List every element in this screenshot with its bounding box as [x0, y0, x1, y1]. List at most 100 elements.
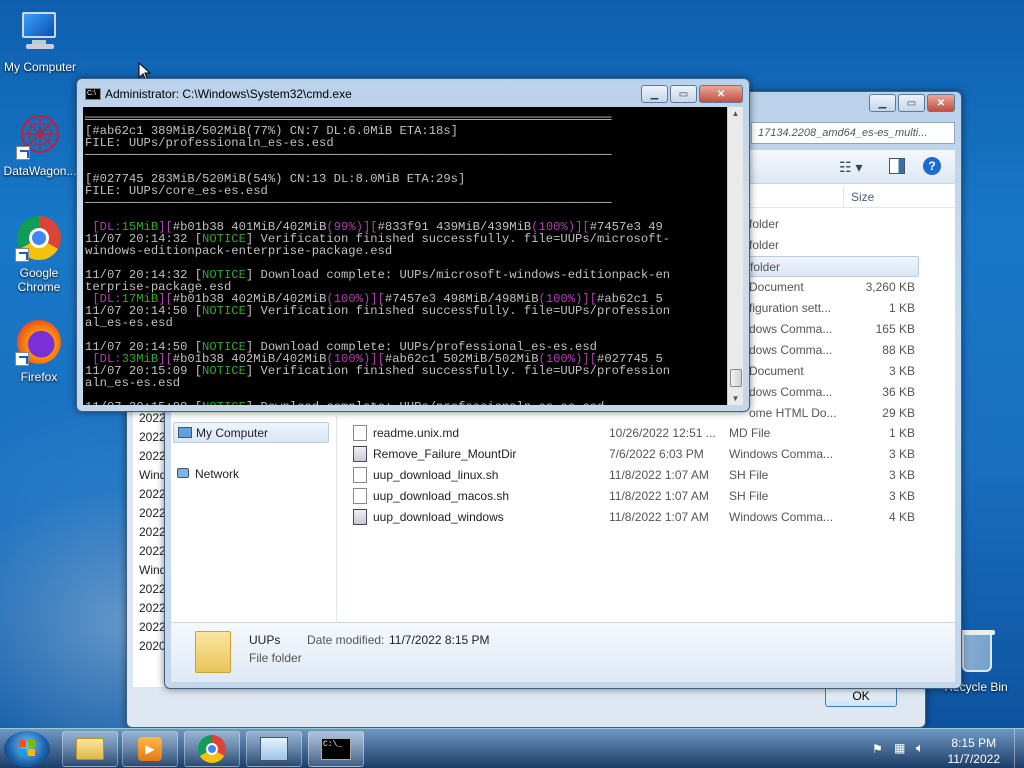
taskbar-explorer-button[interactable] [62, 731, 118, 767]
file-row[interactable]: folder [739, 256, 919, 277]
taskbar-media-player-button[interactable]: ▶ [122, 731, 178, 767]
file-type: folder [749, 238, 780, 252]
network-tray-icon[interactable]: ▦ [894, 741, 905, 755]
file-name: uup_download_windows [373, 510, 504, 524]
desktop-icon-chrome[interactable]: Google Chrome [0, 214, 78, 294]
file-date: 7/6/2022 6:03 PM [609, 447, 704, 461]
file-date: 11/8/2022 1:07 AM [609, 468, 709, 482]
maximize-button[interactable]: ▭ [898, 94, 925, 112]
file-type: Document [749, 364, 804, 378]
console-output[interactable]: ════════════════════════════════════════… [83, 107, 727, 405]
taskbar: ▶ C:\_ ⚑ ▦ 🔈︎ 8:15 PM 11/7/2022 [0, 728, 1024, 768]
action-center-flag-icon[interactable]: ⚑ [872, 742, 883, 756]
desktop-icon-label: Google Chrome [17, 266, 61, 294]
chrome-icon [15, 214, 63, 262]
console-text: ] Verification finished successfully. fi… [245, 364, 671, 378]
search-box[interactable]: 17134.2208_amd64_es-es_multi... [751, 122, 955, 144]
clock[interactable]: 8:15 PM 11/7/2022 [948, 735, 1001, 767]
file-row[interactable]: uup_download_macos.sh 11/8/2022 1:07 AM SH… [347, 486, 919, 507]
console-text: ] Download complete: UUPs/microsoft-wind… [245, 268, 671, 282]
computer-small-icon [178, 427, 192, 438]
nav-item-my-computer[interactable]: My Computer [173, 422, 329, 443]
file-row[interactable]: dows Comma... 36 KB [739, 382, 919, 403]
desktop-icon-label: DataWagon... [3, 164, 77, 178]
network-icon [177, 468, 189, 478]
console-line: ────────────────────────────────────────… [85, 149, 725, 161]
file-row[interactable]: folder [739, 235, 919, 256]
file-row[interactable]: Document 3,260 KB [739, 277, 919, 298]
file-type: dows Comma... [749, 385, 833, 399]
preview-pane-icon[interactable] [889, 158, 905, 174]
folder-large-icon [195, 631, 231, 673]
console-text: ] Download complete: UUPs/professionaln_… [246, 400, 604, 405]
file-row[interactable]: figuration sett... 1 KB [739, 298, 919, 319]
console-text: 11/07 20:15:09 [ [85, 400, 202, 405]
scroll-thumb[interactable] [730, 369, 742, 387]
batch-file-icon [353, 446, 367, 462]
console-text: ] Verification finished successfully. fi… [245, 304, 671, 318]
taskbar-cmd-button[interactable]: C:\_ [308, 731, 364, 767]
console-text: windows-editionpack-enterprise-package.e… [85, 244, 393, 258]
console-line: windows-editionpack-enterprise-package.e… [85, 245, 725, 257]
scroll-up-icon[interactable]: ▲ [728, 107, 743, 118]
shortcut-arrow-icon [15, 352, 29, 366]
console-scrollbar[interactable]: ▲ ▼ [727, 107, 743, 405]
taskbar-control-panel-button[interactable] [246, 731, 302, 767]
file-type: figuration sett... [749, 301, 832, 315]
desktop-icon-my-computer[interactable]: My Computer [0, 8, 80, 74]
close-button[interactable]: ✕ [927, 94, 955, 112]
taskbar-chrome-button[interactable] [184, 731, 240, 767]
navigation-pane: My Computer Network [171, 416, 337, 622]
scroll-down-icon[interactable]: ▼ [728, 394, 743, 403]
file-type: MD File [729, 426, 771, 440]
minimize-button[interactable]: ▁ [641, 85, 668, 103]
firefox-icon [15, 318, 63, 366]
media-player-icon: ▶ [138, 737, 162, 761]
file-name: uup_download_linux.sh [373, 468, 499, 482]
close-button[interactable]: ✕ [699, 85, 743, 103]
console-text: NOTICE [202, 364, 246, 378]
start-button[interactable] [4, 731, 50, 767]
file-row[interactable]: Remove_Failure_MountDir 7/6/2022 6:03 PM W… [347, 444, 919, 465]
file-row[interactable]: readme.unix.md 10/26/2022 12:51 ... MD Fil… [347, 423, 919, 444]
volume-icon[interactable]: 🔈︎ [916, 740, 924, 756]
file-size: 1 KB [888, 301, 915, 315]
help-icon[interactable]: ? [923, 157, 941, 175]
details-modified-value: 11/7/2022 8:15 PM [389, 633, 490, 647]
file-icon [353, 425, 367, 441]
file-row[interactable]: folder [739, 214, 919, 235]
batch-file-icon [353, 509, 367, 525]
file-type: SH File [729, 468, 769, 482]
file-row[interactable]: uup_download_windows 11/8/2022 1:07 AM Win… [347, 507, 919, 528]
shortcut-arrow-icon [15, 248, 29, 262]
file-row[interactable]: uup_download_linux.sh 11/8/2022 1:07 AM SH… [347, 465, 919, 486]
file-row[interactable]: ome HTML Do... 29 KB [739, 403, 919, 424]
minimize-button[interactable]: ▁ [869, 94, 896, 112]
file-type: Windows Comma... [729, 510, 834, 524]
size-column-header[interactable]: Size [851, 190, 874, 204]
console-line: 11/07 20:15:09 [NOTICE] Download complet… [85, 401, 725, 405]
desktop-icon-datawagon[interactable]: DataWagon... [0, 112, 80, 178]
address-text: 17134.2208_amd64_es-es_multi... [758, 127, 928, 139]
details-pane: UUPs File folder Date modified: 11/7/202… [171, 622, 955, 682]
file-size: 3 KB [888, 489, 915, 503]
cmd-window[interactable]: C:\ Administrator: C:\Windows\System32\c… [76, 78, 750, 412]
file-name: readme.unix.md [373, 426, 460, 440]
cmd-title-bar[interactable]: C:\ Administrator: C:\Windows\System32\c… [77, 79, 749, 107]
file-size: 4 KB [888, 510, 915, 524]
file-row[interactable]: dows Comma... 165 KB [739, 319, 919, 340]
nav-label: My Computer [196, 426, 269, 440]
file-type: folder [749, 217, 780, 231]
show-desktop-button[interactable] [1014, 729, 1024, 768]
maximize-button[interactable]: ▭ [670, 85, 697, 103]
file-row[interactable]: Document 3 KB [739, 361, 919, 382]
views-icon[interactable]: ☷ ▾ [839, 159, 862, 176]
folder-icon [76, 738, 104, 760]
nav-label: Network [195, 467, 240, 481]
file-date: 10/26/2022 12:51 ... [609, 426, 716, 440]
clock-time: 8:15 PM [951, 736, 997, 750]
file-row[interactable]: dows Comma... 88 KB [739, 340, 919, 361]
nav-item-network[interactable]: Network [173, 464, 329, 485]
desktop-icon-firefox[interactable]: Firefox [0, 318, 78, 384]
file-name: uup_download_macos.sh [373, 489, 510, 503]
